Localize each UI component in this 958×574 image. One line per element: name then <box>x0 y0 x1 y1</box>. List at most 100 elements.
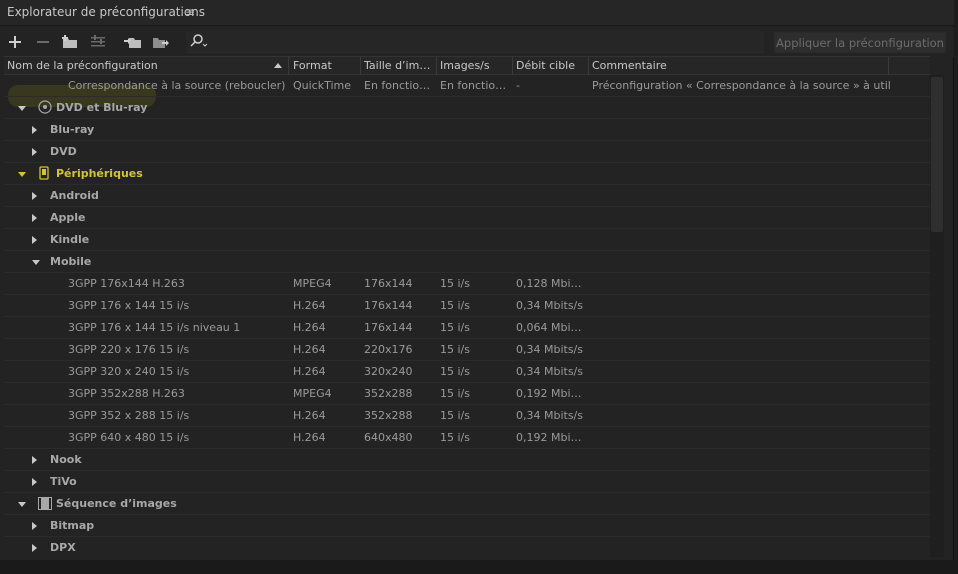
preset-size: 352x288 <box>364 409 413 422</box>
collapse-arrow-icon[interactable] <box>32 522 37 530</box>
search-icon <box>190 34 208 51</box>
vertical-scrollbar[interactable] <box>930 75 944 557</box>
preset-format: H.264 <box>293 321 326 334</box>
preset-fps: 15 i/s <box>440 277 470 290</box>
group-row-tivo[interactable]: TiVo <box>4 471 930 493</box>
expand-arrow-icon[interactable] <box>18 106 26 111</box>
expand-arrow-icon[interactable] <box>18 172 26 177</box>
hamburger-icon[interactable]: ≡ <box>185 5 195 19</box>
preset-name: 3GPP 176x144 H.263 <box>68 277 185 290</box>
preset-rate: 0,34 Mbits/s <box>516 365 583 378</box>
settings-icon[interactable] <box>89 33 107 51</box>
collapse-arrow-icon[interactable] <box>32 236 37 244</box>
group-row-bluray[interactable]: Blu-ray <box>4 119 930 141</box>
preset-format: H.264 <box>293 365 326 378</box>
panel-titlebar: Explorateur de préconfigurations ≡ <box>0 0 954 26</box>
column-header-rate[interactable]: Débit cible <box>516 59 575 72</box>
preset-name: 3GPP 176 x 144 15 i/s <box>68 299 190 312</box>
preset-size: 640x480 <box>364 431 413 444</box>
group-label: Séquence d’images <box>56 497 177 510</box>
group-row-android[interactable]: Android <box>4 185 930 207</box>
preset-row[interactable]: 3GPP 320 x 240 15 i/s H.264 320x240 15 i… <box>4 361 930 383</box>
expand-arrow-icon[interactable] <box>32 260 40 265</box>
preset-format: H.264 <box>293 343 326 356</box>
export-icon[interactable] <box>152 33 170 51</box>
preset-fps: 15 i/s <box>440 299 470 312</box>
column-header-format[interactable]: Format <box>293 59 332 72</box>
preset-format: H.264 <box>293 431 326 444</box>
preset-size: 320x240 <box>364 365 413 378</box>
search-input[interactable] <box>186 31 764 53</box>
preset-name: 3GPP 176 x 144 15 i/s niveau 1 <box>68 321 241 334</box>
device-icon <box>39 166 49 183</box>
preset-name: 3GPP 320 x 240 15 i/s <box>68 365 190 378</box>
column-header-fps[interactable]: Images/s <box>440 59 490 72</box>
collapse-arrow-icon[interactable] <box>32 214 37 222</box>
scrollbar-thumb[interactable] <box>931 77 943 232</box>
column-header-size[interactable]: Taille d’im… <box>364 59 430 72</box>
expand-arrow-icon[interactable] <box>18 502 26 507</box>
group-row-image-sequence[interactable]: Séquence d’images <box>4 493 930 515</box>
preset-format: MPEG4 <box>293 387 332 400</box>
preset-rate: 0,192 Mbi… <box>516 431 582 444</box>
group-row-dpx[interactable]: DPX <box>4 537 930 557</box>
preset-fps: 15 i/s <box>440 343 470 356</box>
preset-row[interactable]: 3GPP 352 x 288 15 i/s H.264 352x288 15 i… <box>4 405 930 427</box>
collapse-arrow-icon[interactable] <box>32 544 37 552</box>
group-row-nook[interactable]: Nook <box>4 449 930 471</box>
group-label: Blu-ray <box>50 123 95 136</box>
group-row-apple[interactable]: Apple <box>4 207 930 229</box>
preset-size: 176x144 <box>364 321 413 334</box>
preset-rate: 0,34 Mbits/s <box>516 299 583 312</box>
import-icon[interactable] <box>124 33 142 51</box>
collapse-arrow-icon[interactable] <box>32 478 37 486</box>
group-row-kindle[interactable]: Kindle <box>4 229 930 251</box>
group-label: Périphériques <box>56 167 143 180</box>
collapse-arrow-icon[interactable] <box>32 126 37 134</box>
preset-size: 220x176 <box>364 343 413 356</box>
group-row-mobile[interactable]: Mobile <box>4 251 930 273</box>
preset-row[interactable]: 3GPP 176x144 H.263 MPEG4 176x144 15 i/s … <box>4 273 930 295</box>
preset-row[interactable]: 3GPP 640 x 480 15 i/s H.264 640x480 15 i… <box>4 427 930 449</box>
collapse-arrow-icon[interactable] <box>32 456 37 464</box>
preset-fps: 15 i/s <box>440 387 470 400</box>
film-strip-icon <box>38 497 52 513</box>
group-label: Mobile <box>50 255 92 268</box>
group-row-dvd[interactable]: DVD <box>4 141 930 163</box>
preset-rate: - <box>516 79 520 92</box>
column-header-name[interactable]: Nom de la préconfiguration <box>7 59 158 72</box>
collapse-arrow-icon[interactable] <box>32 192 37 200</box>
group-label: DVD et Blu-ray <box>56 101 148 114</box>
add-icon[interactable] <box>6 33 24 51</box>
group-label: Bitmap <box>50 519 95 532</box>
preset-row[interactable]: 3GPP 176 x 144 15 i/s niveau 1 H.264 176… <box>4 317 930 339</box>
disc-icon <box>38 100 52 117</box>
new-folder-icon[interactable] <box>61 33 79 51</box>
group-label: TiVo <box>50 475 77 488</box>
preset-browser-panel: Explorateur de préconfigurations ≡ Appli… <box>0 0 954 560</box>
sort-ascending-icon[interactable] <box>274 63 282 68</box>
group-label: Nook <box>50 453 82 466</box>
preset-name: Correspondance à la source (reboucler) <box>68 79 286 92</box>
preset-row[interactable]: 3GPP 352x288 H.263 MPEG4 352x288 15 i/s … <box>4 383 930 405</box>
preset-format: MPEG4 <box>293 277 332 290</box>
preset-name: 3GPP 352x288 H.263 <box>68 387 185 400</box>
preset-size: 176x144 <box>364 299 413 312</box>
preset-row[interactable]: 3GPP 220 x 176 15 i/s H.264 220x176 15 i… <box>4 339 930 361</box>
apply-preset-button[interactable]: Appliquer la préconfiguration <box>774 32 946 53</box>
preset-fps: 15 i/s <box>440 321 470 334</box>
preset-fps: 15 i/s <box>440 365 470 378</box>
column-header: Nom de la préconfiguration Format Taille… <box>4 56 930 75</box>
column-header-comment[interactable]: Commentaire <box>592 59 667 72</box>
collapse-arrow-icon[interactable] <box>32 148 37 156</box>
group-row-peripheriques[interactable]: Périphériques <box>4 163 930 185</box>
group-label: DVD <box>50 145 77 158</box>
group-row-bitmap[interactable]: Bitmap <box>4 515 930 537</box>
preset-comment: Préconfiguration « Correspondance à la s… <box>592 79 892 92</box>
preset-row[interactable]: 3GPP 176 x 144 15 i/s H.264 176x144 15 i… <box>4 295 930 317</box>
panel-title: Explorateur de préconfigurations <box>7 5 206 19</box>
remove-icon[interactable] <box>34 33 52 51</box>
group-row-dvd-bluray[interactable]: DVD et Blu-ray <box>4 97 930 119</box>
preset-row-source-match[interactable]: Correspondance à la source (reboucler) Q… <box>4 75 930 97</box>
group-label: DPX <box>50 541 76 554</box>
